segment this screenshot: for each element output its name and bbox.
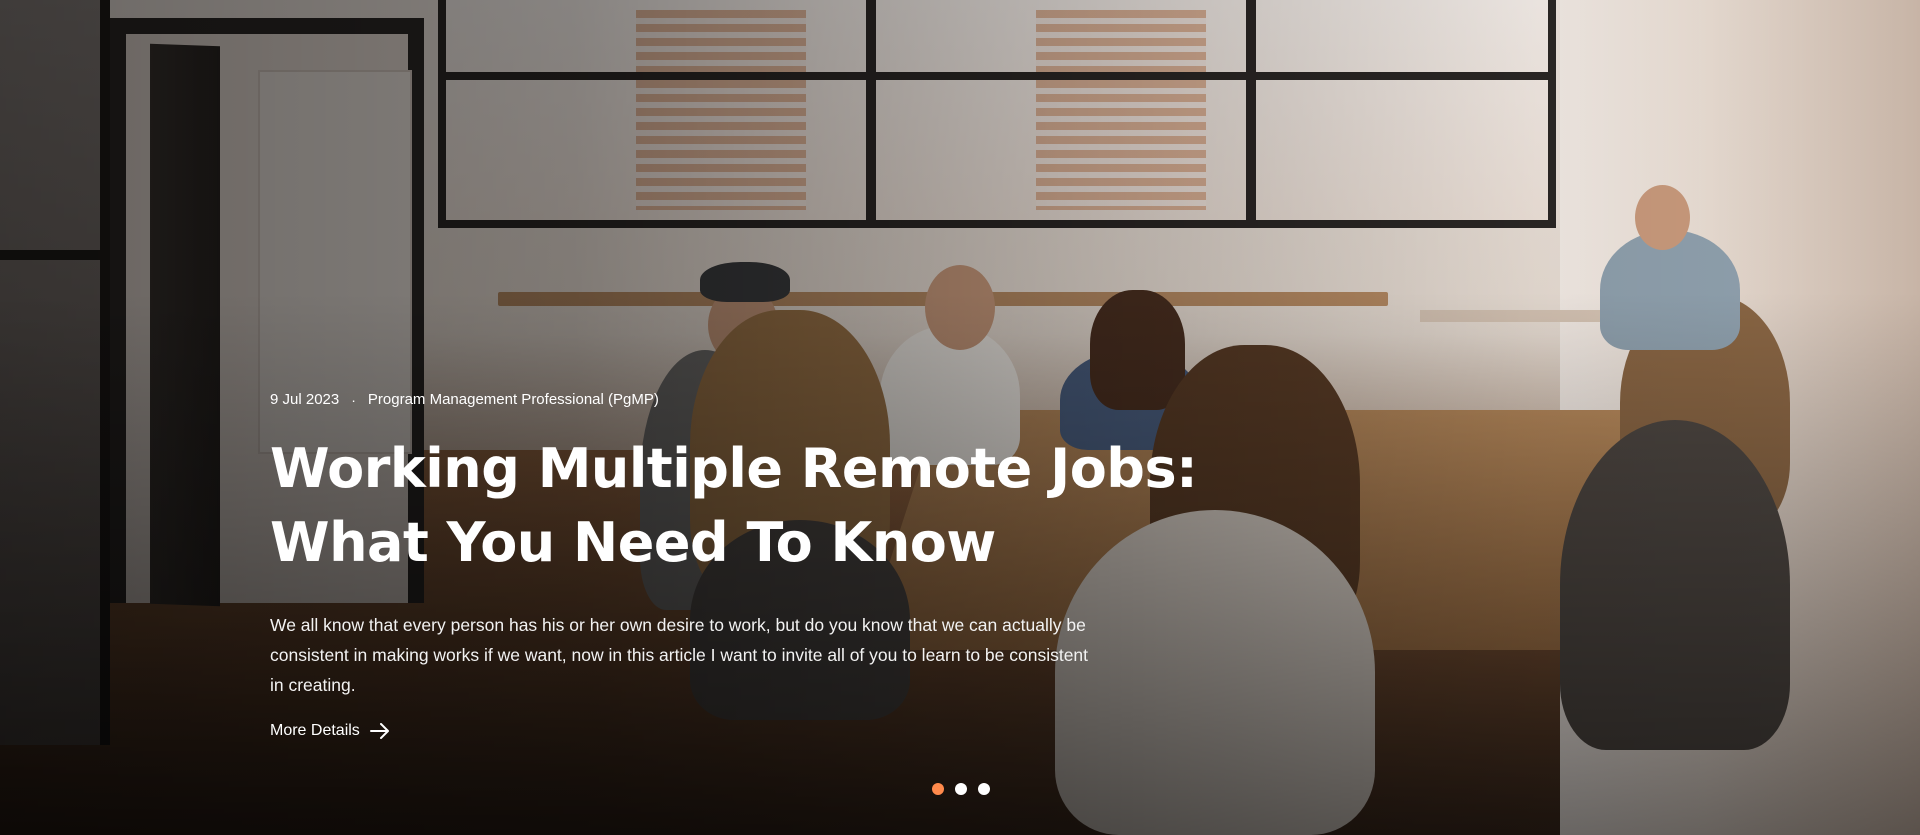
carousel-pagination (932, 783, 990, 795)
meta-separator: · (351, 392, 356, 408)
carousel-dot-3[interactable] (978, 783, 990, 795)
hero-banner: 9 Jul 2023 · Program Management Professi… (0, 0, 1920, 835)
article-date: 9 Jul 2023 (270, 391, 340, 408)
article-title[interactable]: Working Multiple Remote Jobs: What You N… (270, 432, 1198, 580)
article-title-line-1: Working Multiple Remote Jobs: (270, 437, 1198, 500)
carousel-dot-2[interactable] (955, 783, 967, 795)
arrow-right-icon (369, 723, 389, 739)
hero-content: 9 Jul 2023 · Program Management Professi… (270, 390, 1198, 740)
article-category[interactable]: Program Management Professional (PgMP) (368, 390, 659, 410)
more-details-label: More Details (270, 722, 360, 739)
article-title-line-2: What You Need To Know (270, 511, 996, 574)
carousel-dot-1[interactable] (932, 783, 944, 795)
article-summary: We all know that every person has his or… (270, 615, 1089, 695)
article-meta: 9 Jul 2023 · Program Management Professi… (270, 390, 1170, 410)
more-details-link[interactable]: More Details (270, 722, 390, 740)
